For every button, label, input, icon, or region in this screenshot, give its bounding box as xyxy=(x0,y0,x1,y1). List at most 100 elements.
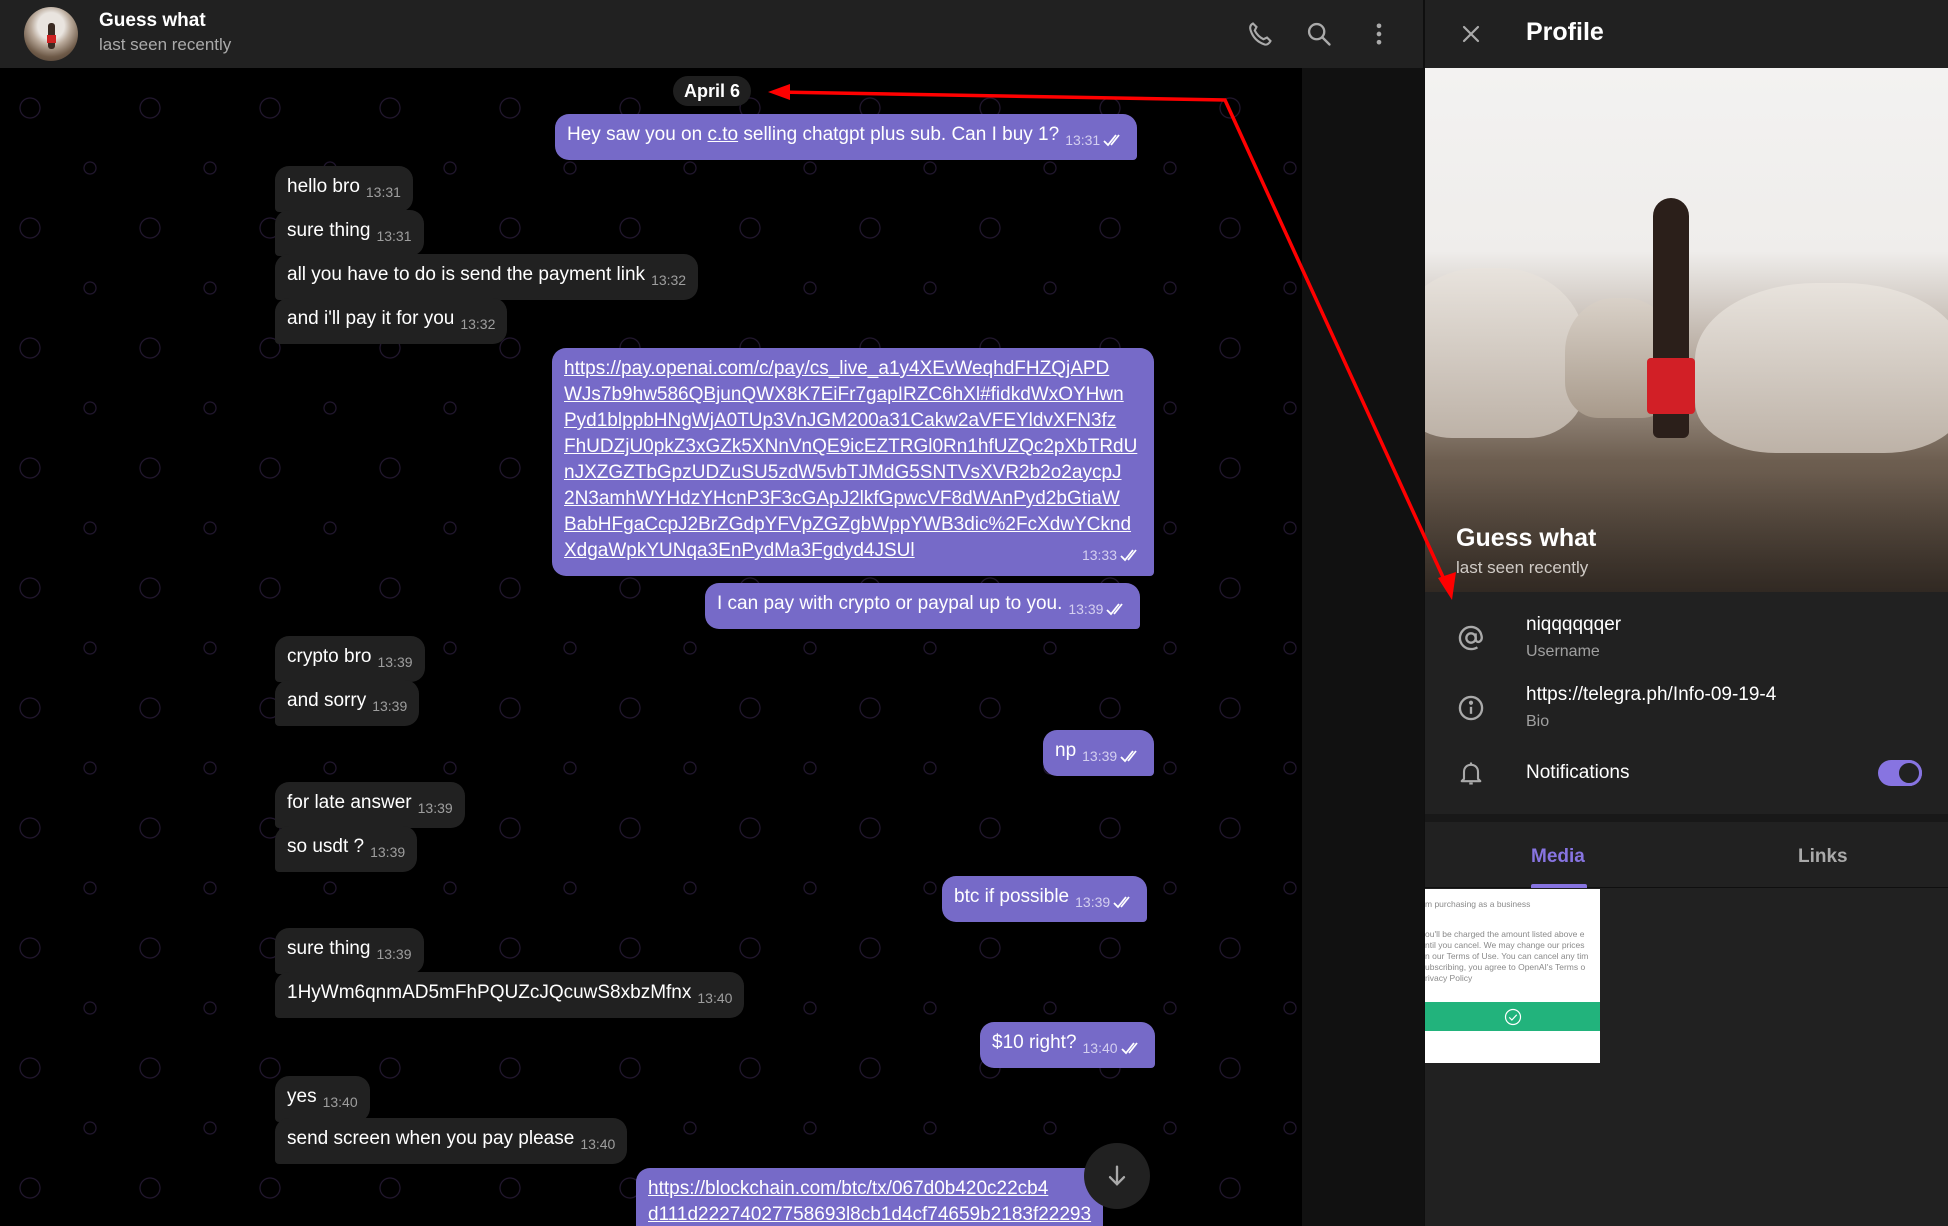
chat-title[interactable]: Guess what xyxy=(99,10,206,32)
message-link[interactable]: c.to xyxy=(707,124,738,145)
message-incoming[interactable]: for late answer 13:39 xyxy=(275,782,465,828)
message-outgoing[interactable]: Hey saw you on c.to selling chatgpt plus… xyxy=(555,114,1138,160)
double-check-icon xyxy=(1113,896,1130,909)
message-time: 13:39 xyxy=(370,844,406,860)
search-icon[interactable] xyxy=(1303,18,1335,50)
bell-icon xyxy=(1455,757,1487,789)
date-badge: April 6 xyxy=(673,76,752,106)
message-time: 13:40 xyxy=(1082,1040,1118,1056)
message-incoming[interactable]: hello bro 13:31 xyxy=(275,166,413,212)
bio-value[interactable]: https://telegra.ph/Info-09-19-4 xyxy=(1526,684,1776,706)
message-text: yes xyxy=(287,1086,317,1107)
message-incoming[interactable]: all you have to do is send the payment l… xyxy=(275,254,699,300)
message-outgoing[interactable]: I can pay with crypto or paypal up to yo… xyxy=(705,583,1141,629)
double-check-icon xyxy=(1103,134,1120,147)
message-text: btc if possible xyxy=(954,886,1070,907)
message-text: so usdt ? xyxy=(287,836,365,857)
link-line: XdgaWpkYUNqa3EnPydMa3Fgdyd4JSUl xyxy=(564,540,915,561)
link-line: https://pay.openai.com/c/pay/cs_live_a1y… xyxy=(564,358,1110,379)
message-time: 13:31 xyxy=(365,184,401,200)
message-incoming[interactable]: send screen when you pay please 13:40 xyxy=(275,1118,628,1164)
message-incoming[interactable]: so usdt ? 13:39 xyxy=(275,826,418,872)
double-check-icon xyxy=(1120,549,1137,562)
message-text: Hey saw you on xyxy=(567,124,708,145)
avatar[interactable] xyxy=(24,7,78,61)
message-text: hello bro xyxy=(287,176,360,197)
message-incoming[interactable]: sure thing 13:31 xyxy=(275,210,424,256)
message-text: $10 right? xyxy=(992,1032,1077,1053)
message-link[interactable]: https://pay.openai.com/c/pay/cs_live_a1y… xyxy=(564,358,1137,561)
link-line: WJs7b9hw586QBjunQWX8K7EiFr7gapIRZC6hXl#f… xyxy=(564,384,1124,405)
message-time: 13:39 xyxy=(372,698,408,714)
profile-name: Guess what xyxy=(1456,524,1597,552)
notifications-toggle[interactable] xyxy=(1878,760,1922,786)
message-outgoing-tx-link[interactable]: https://blockchain.com/btc/tx/067d0b420c… xyxy=(636,1168,1104,1226)
link-line: nJXZGZTbGpzUDZuSU5zdW5vbTJMdG5SNTVsXVR2b… xyxy=(564,462,1122,483)
arrow-down-icon xyxy=(1108,1165,1126,1186)
message-time: 13:39 xyxy=(1075,894,1111,910)
profile-status: last seen recently xyxy=(1456,558,1589,577)
message-incoming[interactable]: crypto bro 13:39 xyxy=(275,636,425,682)
message-outgoing[interactable]: np 13:39 xyxy=(1043,730,1155,776)
message-text: 1HyWm6qnmAD5mFhPQUZcJQcuwS8xbzMfnx xyxy=(287,982,692,1003)
check-circle-icon xyxy=(1504,1008,1521,1025)
message-text: for late answer xyxy=(287,792,412,813)
profile-photo[interactable]: Guess what last seen recently xyxy=(1425,68,1948,592)
media-tabs: Media Links xyxy=(1425,822,1948,888)
scroll-to-bottom-button[interactable] xyxy=(1084,1143,1150,1209)
message-incoming[interactable]: and sorry 13:39 xyxy=(275,680,420,726)
message-incoming[interactable]: sure thing 13:39 xyxy=(275,928,424,974)
message-text: crypto bro xyxy=(287,646,372,667)
message-time: 13:32 xyxy=(460,316,496,332)
thumb-text: rivacy Policy xyxy=(1425,973,1473,983)
tab-media[interactable]: Media xyxy=(1531,846,1585,868)
message-outgoing-payment-link[interactable]: https://pay.openai.com/c/pay/cs_live_a1y… xyxy=(552,348,1154,576)
chat-header[interactable]: Guess what last seen recently xyxy=(0,0,1424,68)
link-line: Pyd1blppbHNgWjA0TUp3VnJGM200a31Cakw2aVFE… xyxy=(564,410,1117,431)
phone-icon[interactable] xyxy=(1244,18,1276,50)
media-thumbnail[interactable]: m purchasing as a business ou'll be char… xyxy=(1425,889,1600,1063)
message-outgoing[interactable]: $10 right? 13:40 xyxy=(980,1022,1155,1068)
message-text: and i'll pay it for you xyxy=(287,308,455,329)
message-time: 13:39 xyxy=(377,654,413,670)
double-check-icon xyxy=(1106,603,1124,616)
active-tab-indicator xyxy=(1531,884,1587,888)
message-text: sure thing xyxy=(287,220,371,241)
message-time: 13:39 xyxy=(417,800,453,816)
message-text: sure thing xyxy=(287,938,371,959)
message-incoming-btc-address[interactable]: 1HyWm6qnmAD5mFhPQUZcJQcuwS8xbzMfnx 13:40 xyxy=(275,972,745,1018)
thumb-text: n our Terms of Use. You can cancel any t… xyxy=(1425,951,1589,961)
link-line: FhUDZjU0pkZ3xGZk5XNnVnQE9icEZTRGl0Rn1hfU… xyxy=(564,436,1138,457)
message-outgoing[interactable]: btc if possible 13:39 xyxy=(942,876,1148,922)
message-text: send screen when you pay please xyxy=(287,1128,575,1149)
profile-info: niqqqqqqer Username https://telegra.ph/I… xyxy=(1425,592,1948,814)
message-time: 13:40 xyxy=(580,1136,616,1152)
notifications-label: Notifications xyxy=(1526,762,1630,783)
message-time: 13:33 xyxy=(1081,547,1117,563)
more-vertical-icon[interactable] xyxy=(1363,18,1395,50)
message-time: 13:40 xyxy=(322,1094,358,1110)
close-button[interactable] xyxy=(1455,18,1487,50)
link-line: BabHFgaCcpJ2BrZGdpYFVpZGZgbWppYWB3dic%2F… xyxy=(564,514,1132,535)
message-time: 13:32 xyxy=(651,272,687,288)
message-time: 13:39 xyxy=(1068,601,1104,617)
telegram-web-app: Guess what last seen recently April 6 He… xyxy=(0,0,1948,1226)
message-text: all you have to do is send the payment l… xyxy=(287,264,646,285)
link-line: d111d22274027758693l8cb1d4cf74659b2183f2… xyxy=(648,1204,1092,1225)
message-text: selling chatgpt plus sub. Can I buy 1? xyxy=(738,124,1060,145)
message-incoming[interactable]: and i'll pay it for you 13:32 xyxy=(275,298,508,344)
message-time: 13:31 xyxy=(376,228,412,244)
close-icon xyxy=(1462,25,1480,43)
message-time: 13:40 xyxy=(697,990,733,1006)
section-divider xyxy=(1425,814,1948,822)
message-time: 13:39 xyxy=(1082,748,1118,764)
tab-links[interactable]: Links xyxy=(1798,846,1848,868)
message-link[interactable]: https://blockchain.com/btc/tx/067d0b420c… xyxy=(648,1178,1091,1225)
message-time: 13:31 xyxy=(1065,132,1101,148)
bio-label: Bio xyxy=(1526,713,1550,730)
message-incoming[interactable]: yes 13:40 xyxy=(275,1076,370,1122)
chat-status: last seen recently xyxy=(99,35,232,54)
thumb-text: ou'll be charged the amount listed above… xyxy=(1425,929,1585,939)
chat-panel: Guess what last seen recently April 6 He… xyxy=(0,0,1424,1226)
chat-right-gutter xyxy=(1302,68,1424,1226)
